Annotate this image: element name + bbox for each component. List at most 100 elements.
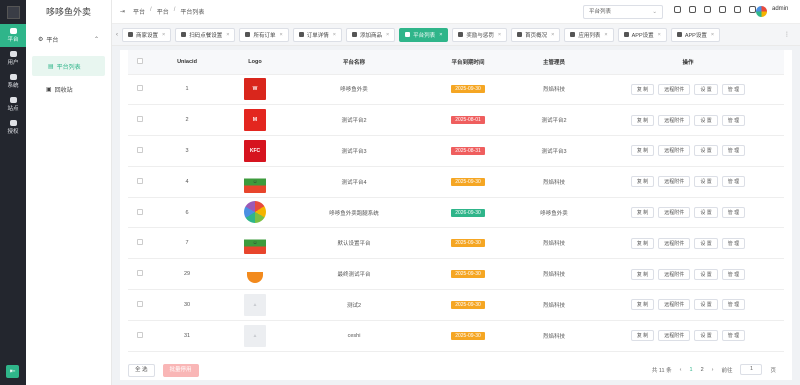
refresh-icon[interactable] bbox=[749, 6, 756, 13]
menu-toggle-icon[interactable]: ⇥ bbox=[120, 8, 125, 15]
menu-group-platform[interactable]: ⚙ 平台 ⌃ bbox=[26, 28, 111, 50]
close-icon[interactable]: × bbox=[439, 32, 442, 38]
batch-disable-button[interactable]: 批量停用 bbox=[162, 363, 199, 377]
close-icon[interactable]: × bbox=[711, 32, 714, 38]
fullscreen-icon[interactable] bbox=[734, 6, 741, 13]
tab-item[interactable]: 平台列表 × bbox=[399, 27, 449, 42]
row-action-button[interactable]: 远程附件 bbox=[658, 237, 691, 249]
row-action-button[interactable]: 远程附件 bbox=[658, 299, 691, 311]
close-icon[interactable]: × bbox=[551, 32, 554, 38]
tab-item[interactable]: 奖励与惩罚 × bbox=[452, 27, 508, 42]
table-row[interactable]: 6 哆哆鱼外卖跑腿系统 2026-09-30 哆哆鱼外卖复 制远程附件设 置管 理 bbox=[128, 197, 784, 229]
row-action-button[interactable]: 管 理 bbox=[721, 114, 746, 126]
close-icon[interactable]: × bbox=[226, 32, 229, 38]
tab-item[interactable]: APP设置 × bbox=[617, 27, 667, 42]
prev-page-icon[interactable]: ‹ bbox=[680, 367, 682, 373]
user-name[interactable]: admin bbox=[772, 6, 788, 12]
row-action-button[interactable]: 管 理 bbox=[721, 330, 746, 342]
page-number[interactable]: 1 bbox=[690, 367, 693, 373]
rail-item[interactable]: 站点 bbox=[0, 93, 26, 116]
row-action-button[interactable]: 设 置 bbox=[694, 83, 718, 95]
row-action-button[interactable]: 复 制 bbox=[630, 145, 655, 157]
close-icon[interactable]: × bbox=[386, 32, 389, 38]
row-action-button[interactable]: 复 制 bbox=[630, 114, 655, 126]
close-icon[interactable]: × bbox=[498, 32, 501, 38]
checkbox[interactable] bbox=[137, 85, 143, 92]
row-action-button[interactable]: 设 置 bbox=[694, 299, 718, 311]
tab-item[interactable]: 应用列表 × bbox=[564, 27, 614, 42]
tab-item[interactable]: 添加商品 × bbox=[345, 27, 396, 42]
row-action-button[interactable]: 设 置 bbox=[694, 330, 718, 342]
checkbox[interactable] bbox=[137, 331, 143, 338]
tabs-scroll-left-icon[interactable]: ‹ bbox=[112, 32, 122, 38]
table-row[interactable]: 29 最终测试平台 2025-09-30 烈焰科技复 制远程附件设 置管 理 bbox=[128, 258, 784, 291]
row-action-button[interactable]: 设 置 bbox=[694, 207, 718, 219]
row-action-button[interactable]: 管 理 bbox=[721, 83, 746, 95]
checkbox[interactable] bbox=[137, 270, 143, 277]
row-action-button[interactable]: 远程附件 bbox=[658, 268, 691, 280]
row-action-button[interactable]: 远程附件 bbox=[658, 176, 691, 188]
bell-icon[interactable] bbox=[704, 6, 711, 13]
rail-item[interactable]: 授权 bbox=[0, 116, 26, 139]
tab-item[interactable]: 扫码点餐设置 × bbox=[175, 27, 236, 42]
row-action-button[interactable]: 复 制 bbox=[630, 207, 655, 219]
menu-item-recycle-bin[interactable]: ▣ 回收站 bbox=[26, 79, 111, 99]
checkbox[interactable] bbox=[137, 300, 143, 307]
row-action-button[interactable]: 设 置 bbox=[694, 145, 718, 157]
row-action-button[interactable]: 远程附件 bbox=[658, 145, 691, 157]
row-action-button[interactable]: 复 制 bbox=[630, 268, 655, 280]
note-icon[interactable] bbox=[719, 6, 726, 13]
row-action-button[interactable]: 设 置 bbox=[694, 176, 718, 188]
row-action-button[interactable]: 复 制 bbox=[630, 299, 655, 311]
checkbox[interactable] bbox=[137, 57, 143, 64]
clear-icon[interactable] bbox=[674, 6, 681, 13]
next-page-icon[interactable]: › bbox=[712, 367, 714, 373]
row-action-button[interactable]: 设 置 bbox=[694, 237, 718, 249]
tab-item[interactable]: 首页概况 × bbox=[511, 27, 561, 42]
tabs-more-icon[interactable]: ⋮ bbox=[782, 31, 792, 38]
checkbox[interactable] bbox=[137, 146, 143, 153]
close-icon[interactable]: × bbox=[162, 32, 165, 38]
breadcrumb-item[interactable]: 平台 bbox=[157, 7, 169, 16]
tab-item[interactable]: 订单详情 × bbox=[292, 27, 342, 42]
checkbox[interactable] bbox=[137, 177, 143, 184]
table-row[interactable]: 7 ☺ 默认设置平台 2025-09-30 烈焰科技复 制远程附件设 置管 理 bbox=[128, 227, 784, 260]
row-action-button[interactable]: 管 理 bbox=[721, 299, 746, 311]
row-action-button[interactable]: 复 制 bbox=[630, 83, 655, 95]
row-action-button[interactable]: 管 理 bbox=[721, 237, 746, 249]
page-select[interactable]: 平台列表 ⌄ bbox=[583, 5, 663, 19]
tab-item[interactable]: 商家设置 × bbox=[122, 27, 172, 42]
table-row[interactable]: 2 M 测试平台2 2025-08-01 测试平台2 复 制远程附件设 置管 理 bbox=[128, 104, 784, 137]
row-action-button[interactable]: 远程附件 bbox=[658, 207, 691, 219]
table-row[interactable]: 1 W 哆哆鱼外卖 2025-09-30 烈焰科技复 制远程附件设 置管 理 bbox=[128, 74, 784, 106]
row-action-button[interactable]: 复 制 bbox=[630, 176, 655, 188]
row-action-button[interactable]: 管 理 bbox=[721, 145, 746, 157]
tab-item[interactable]: 所有订单 × bbox=[239, 27, 289, 42]
row-action-button[interactable]: 管 理 bbox=[721, 176, 746, 188]
table-row[interactable]: 30 ▲ 测试2 2025-09-30 烈焰科技复 制远程附件设 置管 理 bbox=[128, 289, 784, 321]
close-icon[interactable]: × bbox=[604, 32, 607, 38]
row-action-button[interactable]: 管 理 bbox=[721, 207, 746, 219]
table-row[interactable]: 4 ☺ 测试平台4 2025-09-30 烈焰科技复 制远程附件设 置管 理 bbox=[128, 166, 784, 198]
row-action-button[interactable]: 远程附件 bbox=[658, 330, 691, 342]
rail-item[interactable]: 平台 bbox=[0, 24, 26, 47]
row-action-button[interactable]: 远程附件 bbox=[658, 114, 691, 126]
breadcrumb-item[interactable]: 平台 bbox=[133, 7, 145, 16]
row-action-button[interactable]: 设 置 bbox=[694, 268, 718, 280]
table-row[interactable]: 3 KFC 测试平台3 2025-08-31 测试平台3 复 制远程附件设 置管 理 bbox=[128, 135, 784, 167]
page-number[interactable]: 2 bbox=[701, 367, 704, 373]
rail-item[interactable]: 系统 bbox=[0, 70, 26, 93]
collapse-menu-icon[interactable]: ⇤ bbox=[6, 365, 19, 378]
tab-item[interactable]: APP设置 × bbox=[670, 27, 721, 42]
menu-item-platform-list[interactable]: ▤ 平台列表 bbox=[32, 56, 105, 76]
lock-icon[interactable] bbox=[689, 6, 696, 13]
rail-item[interactable]: 用户 bbox=[0, 47, 26, 70]
close-icon[interactable]: × bbox=[333, 32, 336, 38]
row-action-button[interactable]: 管 理 bbox=[721, 268, 746, 280]
goto-page-input[interactable]: 1 bbox=[740, 364, 763, 375]
row-action-button[interactable]: 远程附件 bbox=[658, 83, 691, 95]
checkbox[interactable] bbox=[137, 239, 143, 246]
checkbox[interactable] bbox=[137, 116, 143, 123]
table-row[interactable]: 31 ▲ ceshi 2025-09-30 烈焰科技复 制远程附件设 置管 理 bbox=[128, 320, 784, 352]
close-icon[interactable]: × bbox=[279, 32, 282, 38]
